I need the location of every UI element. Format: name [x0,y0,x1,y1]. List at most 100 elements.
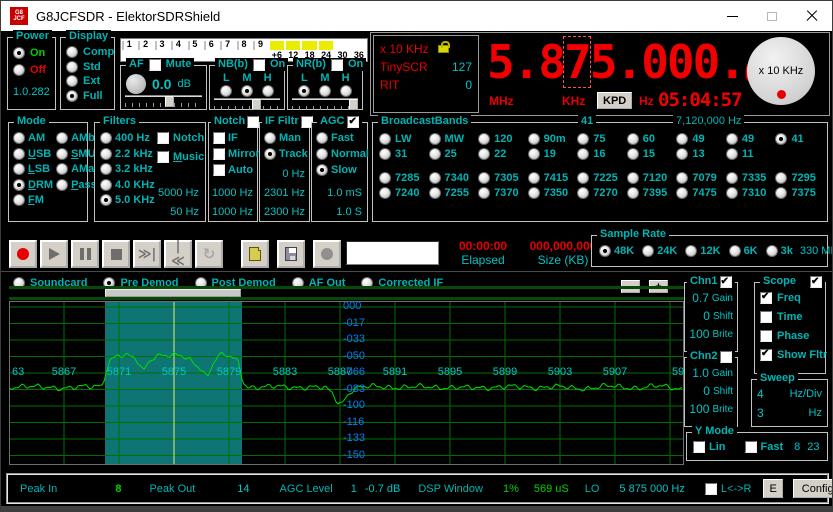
freq-digit[interactable]: 0 [693,37,719,87]
band-option[interactable]: 16 [577,148,625,160]
nr-on-checkbox[interactable] [331,59,343,71]
band-option[interactable]: 49 [676,133,724,145]
radio-icon[interactable] [13,64,25,76]
radio-icon[interactable] [13,148,25,160]
scope-freq-option[interactable]: Freq [760,292,825,304]
display-option[interactable]: Full [66,90,114,102]
save-file-button[interactable] [277,240,305,268]
radio-icon[interactable] [379,133,391,145]
band-option[interactable]: 7375 [775,187,823,199]
band-option[interactable]: 7335 [726,172,774,184]
radio-icon[interactable] [478,172,490,184]
freq-digit[interactable]: 0 [667,37,693,87]
band-option[interactable]: 7295 [775,172,823,184]
radio-icon[interactable] [429,133,441,145]
radio-icon[interactable] [316,132,328,144]
band-option[interactable]: 7415 [528,172,576,184]
mode-option[interactable]: AM [13,132,53,144]
scope-phase-option[interactable]: Phase [760,330,825,342]
record-file-button[interactable] [313,240,341,268]
band-option[interactable]: 22 [478,148,526,160]
radio-icon[interactable] [775,187,787,199]
power-off-option[interactable]: Off [13,64,55,76]
radio-icon[interactable] [726,133,738,145]
kpd-button[interactable]: KPD [597,92,632,109]
music-checkbox[interactable] [157,151,169,163]
radio-icon[interactable] [627,133,639,145]
slider-thumb[interactable] [252,99,261,110]
band-option[interactable]: 7395 [627,187,675,199]
checkbox-icon[interactable] [213,164,225,176]
band-option[interactable]: 7270 [577,187,625,199]
radio-icon[interactable] [100,148,112,160]
radio-icon[interactable] [627,148,639,160]
filter-option[interactable]: 3.2 kHz [100,163,157,175]
band-option[interactable]: 7255 [429,187,477,199]
freq-digit[interactable]: 5 [487,37,513,87]
notch-option[interactable]: Auto [213,164,257,176]
radio-icon[interactable] [100,163,112,175]
band-option[interactable]: 7120 [627,172,675,184]
band-option[interactable]: 15 [627,148,675,160]
radio-icon[interactable] [56,148,68,160]
slider-thumb[interactable] [349,99,358,110]
radio-icon[interactable] [676,187,688,199]
radio-icon[interactable] [66,90,78,102]
pause-button[interactable] [71,240,99,268]
agc-enable-checkbox[interactable] [347,116,359,128]
mode-option[interactable]: FM [13,194,53,206]
radio-icon[interactable] [676,148,688,160]
radio-icon[interactable] [528,148,540,160]
band-option[interactable]: 75 [577,133,625,145]
radio-icon[interactable] [379,187,391,199]
nb-level-option[interactable]: L [220,72,232,97]
config-button[interactable]: Config [793,479,833,498]
notch-checkbox[interactable] [157,132,169,144]
radio-icon[interactable] [298,85,310,97]
band-option[interactable]: 25 [429,148,477,160]
filter-music-option[interactable]: Music [157,151,204,163]
radio-icon[interactable] [577,187,589,199]
maximize-button[interactable] [752,1,792,31]
radio-icon[interactable] [429,187,441,199]
band-option[interactable]: 49 [726,133,774,145]
tuning-knob[interactable]: x 10 KHz [747,37,815,105]
radio-icon[interactable] [577,133,589,145]
mode-option[interactable]: Pass [56,179,97,191]
e-button[interactable]: E [763,479,782,498]
mode-option[interactable]: DRM [13,179,53,191]
band-option[interactable]: 11 [726,148,774,160]
band-option[interactable]: 7285 [379,172,427,184]
radio-icon[interactable] [726,148,738,160]
mode-option[interactable]: SMU [56,148,97,160]
nb-level-option[interactable]: H [262,72,274,97]
sample-rate-option[interactable]: 12K [685,245,720,257]
radio-icon[interactable] [316,148,328,160]
radio-icon[interactable] [319,85,331,97]
radio-icon[interactable] [66,46,78,58]
stop-button[interactable] [102,240,130,268]
passband-scrollbar[interactable] [105,289,241,297]
band-option[interactable]: 7225 [577,172,625,184]
freq-digit[interactable]: 0 [641,37,667,87]
radio-icon[interactable] [66,75,78,87]
radio-icon[interactable] [429,148,441,160]
display-option[interactable]: Comp [66,46,114,58]
open-file-button[interactable] [241,240,269,268]
band-option[interactable]: LW [379,133,427,145]
radio-icon[interactable] [429,172,441,184]
af-volume-knob[interactable] [126,74,146,94]
radio-icon[interactable] [13,132,25,144]
play-button[interactable] [40,240,68,268]
mode-option[interactable]: AMa [56,163,97,175]
sample-rate-option[interactable]: 48K [599,245,634,257]
sample-rate-option[interactable]: 3k [766,245,793,257]
radio-icon[interactable] [726,172,738,184]
freq-digit[interactable]: 8 [538,37,564,87]
radio-icon[interactable] [478,148,490,160]
radio-icon[interactable] [66,61,78,73]
lock-icon[interactable] [438,45,449,53]
mute-checkbox[interactable] [149,59,161,71]
ymode-fast-option[interactable]: Fast [745,441,784,453]
nr-level-option[interactable]: M [319,72,331,97]
